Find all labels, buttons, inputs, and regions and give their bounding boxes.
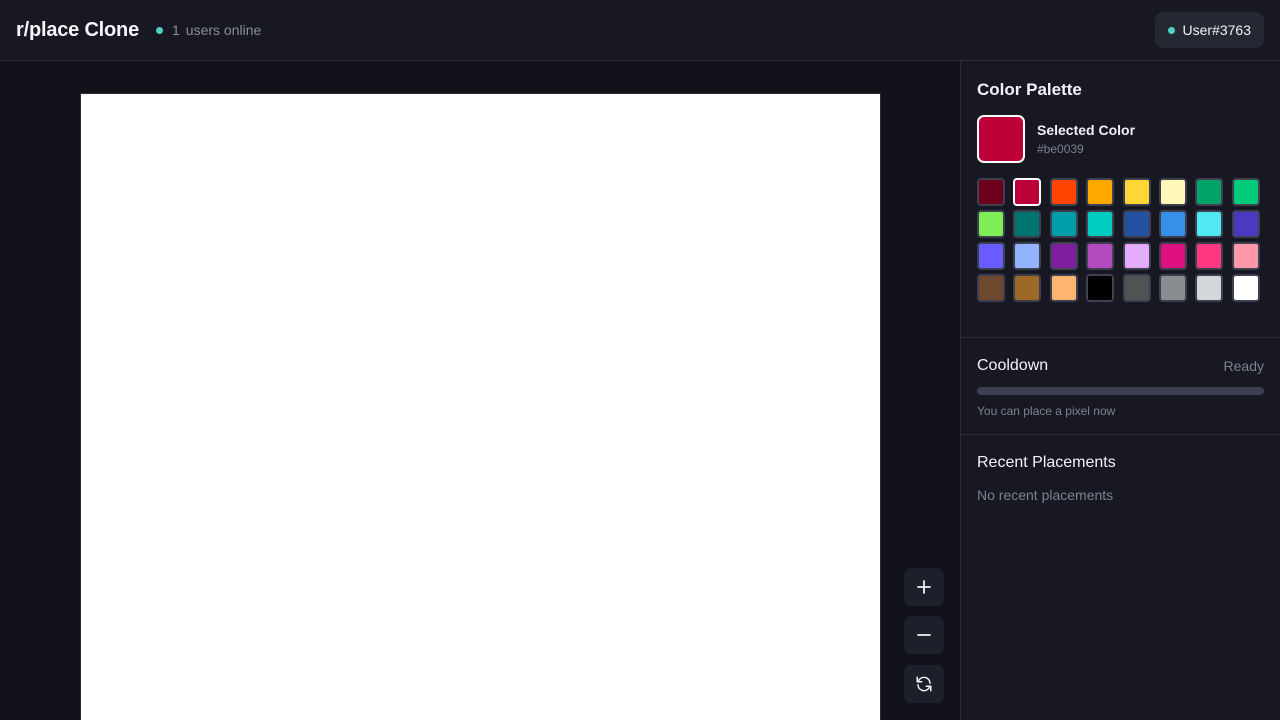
recent-placements-title: Recent Placements xyxy=(977,454,1116,471)
palette-grid xyxy=(977,178,1264,302)
color-swatch[interactable] xyxy=(1231,178,1260,206)
color-swatch[interactable] xyxy=(1086,274,1115,302)
canvas-viewport[interactable] xyxy=(0,61,960,720)
color-swatch[interactable] xyxy=(977,178,1005,206)
color-palette-panel: Color Palette Selected Color #be0039 xyxy=(961,61,1280,338)
color-swatch[interactable] xyxy=(1231,242,1260,270)
color-swatch[interactable] xyxy=(1195,274,1224,302)
cooldown-message: You can place a pixel now xyxy=(977,404,1116,418)
palette-title: Color Palette xyxy=(977,80,1082,99)
app-title: r/place Clone xyxy=(16,18,139,41)
cooldown-panel: Cooldown Ready You can place a pixel now xyxy=(961,338,1280,435)
zoom-in-button[interactable] xyxy=(904,568,944,606)
color-swatch[interactable] xyxy=(1195,242,1224,270)
online-indicator: 1 users online xyxy=(156,22,261,38)
color-swatch[interactable] xyxy=(1122,242,1151,270)
color-swatch[interactable] xyxy=(1013,274,1042,302)
pixel-canvas[interactable] xyxy=(80,93,881,720)
color-swatch[interactable] xyxy=(977,274,1005,302)
user-status-dot xyxy=(1167,26,1175,34)
color-swatch[interactable] xyxy=(1122,274,1151,302)
online-count: 1 xyxy=(172,22,180,38)
user-badge[interactable]: User#3763 xyxy=(1154,12,1264,48)
selected-color-label: Selected Color xyxy=(1037,122,1136,138)
reset-view-button[interactable] xyxy=(904,665,944,703)
minus-icon xyxy=(917,634,931,636)
color-swatch[interactable] xyxy=(1158,242,1187,270)
sidebar: Color Palette Selected Color #be0039 Coo… xyxy=(960,61,1280,720)
selected-color-swatch xyxy=(977,115,1025,163)
cooldown-title: Cooldown xyxy=(977,357,1049,374)
selected-color-row: Selected Color #be0039 xyxy=(977,115,1264,163)
color-swatch[interactable] xyxy=(1013,242,1042,270)
online-label: users online xyxy=(185,22,262,38)
color-swatch[interactable] xyxy=(1086,178,1115,206)
color-swatch[interactable] xyxy=(1049,242,1078,270)
color-swatch[interactable] xyxy=(1231,210,1260,238)
color-swatch[interactable] xyxy=(1195,210,1224,238)
color-swatch[interactable] xyxy=(1086,242,1115,270)
zoom-out-button[interactable] xyxy=(904,616,944,654)
recent-placements-panel: Recent Placements No recent placements xyxy=(961,435,1280,503)
color-swatch[interactable] xyxy=(1195,178,1224,206)
color-swatch[interactable] xyxy=(1158,210,1187,238)
color-swatch[interactable] xyxy=(1122,178,1151,206)
color-swatch[interactable] xyxy=(1049,274,1078,302)
recent-placements-empty: No recent placements xyxy=(977,487,1114,503)
username: User#3763 xyxy=(1182,22,1252,38)
color-swatch[interactable] xyxy=(1049,210,1078,238)
color-swatch[interactable] xyxy=(977,242,1005,270)
color-swatch[interactable] xyxy=(1158,178,1187,206)
color-swatch[interactable] xyxy=(1049,178,1078,206)
color-swatch[interactable] xyxy=(1231,274,1260,302)
refresh-icon xyxy=(916,676,932,692)
color-swatch[interactable] xyxy=(1086,210,1115,238)
color-swatch[interactable] xyxy=(1013,210,1042,238)
color-swatch[interactable] xyxy=(977,210,1005,238)
plus-icon xyxy=(917,580,931,594)
cooldown-status: Ready xyxy=(1223,358,1264,374)
cooldown-progress-bar xyxy=(977,387,1264,395)
color-swatch[interactable] xyxy=(1013,178,1042,206)
selected-color-hex: #be0039 xyxy=(1037,142,1084,156)
color-swatch[interactable] xyxy=(1122,210,1151,238)
online-status-dot xyxy=(156,26,163,34)
color-swatch[interactable] xyxy=(1158,274,1187,302)
top-bar: r/place Clone 1 users online User#3763 xyxy=(0,0,1280,61)
